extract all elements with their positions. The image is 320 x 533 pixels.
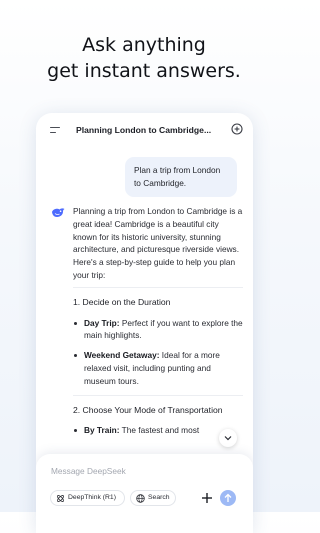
divider	[73, 394, 243, 396]
headline-line-1: Ask anything	[82, 34, 206, 56]
section-title-transport: 2. Choose Your Mode of Transportation	[73, 404, 223, 415]
headline-line-2: get instant answers.	[47, 60, 241, 82]
assistant-response: Planning a trip from London to Cambridge…	[73, 205, 243, 444]
search-toggle[interactable]: Search	[130, 490, 176, 506]
user-message-bubble: Plan a trip from London to Cambridge.	[125, 157, 237, 197]
new-chat-icon[interactable]	[231, 123, 243, 135]
section-title-duration: 1. Decide on the Duration	[73, 296, 171, 307]
menu-icon[interactable]	[50, 127, 62, 135]
atom-icon	[57, 495, 64, 502]
headline: Ask anything get instant answers.	[0, 32, 288, 84]
globe-icon	[136, 494, 145, 503]
list-item: By Train: The fastest and most	[73, 424, 243, 437]
send-button[interactable]	[220, 490, 236, 506]
message-composer: Message DeepSeek DeepThink (R1) Search	[36, 454, 253, 533]
chat-header: Planning London to Cambridge...	[36, 113, 253, 147]
message-input[interactable]: Message DeepSeek	[51, 466, 126, 476]
attach-plus-icon[interactable]	[200, 491, 214, 505]
response-intro: Planning a trip from London to Cambridge…	[73, 206, 243, 280]
chevron-down-icon	[224, 436, 232, 441]
chat-title: Planning London to Cambridge...	[76, 125, 212, 135]
deepthink-label: DeepThink (R1)	[68, 494, 116, 501]
divider	[73, 286, 243, 288]
deepthink-toggle[interactable]: DeepThink (R1)	[50, 490, 125, 506]
scroll-down-button[interactable]	[219, 429, 237, 447]
phone-screen: Planning London to Cambridge... Plan a t…	[36, 113, 253, 533]
search-label: Search	[148, 494, 170, 501]
list-item: Weekend Getaway: Ideal for a more relaxe…	[73, 349, 243, 387]
deepseek-logo-icon	[52, 208, 65, 217]
arrow-up-icon	[224, 493, 232, 502]
list-item: Day Trip: Perfect if you want to explore…	[73, 317, 243, 343]
